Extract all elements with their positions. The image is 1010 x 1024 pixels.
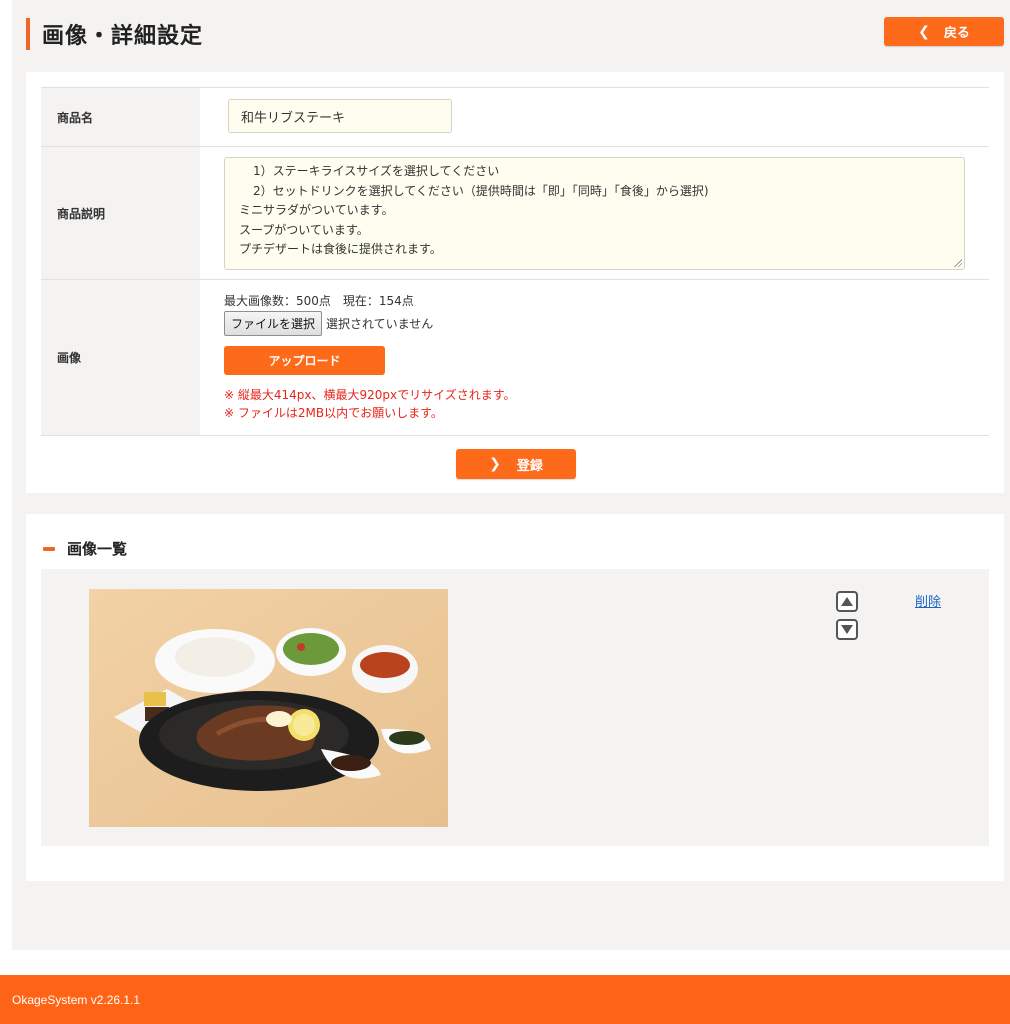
steak-set-photo — [89, 589, 448, 827]
heading-dash-icon — [43, 546, 55, 551]
image-list-item: 削除 — [41, 569, 989, 846]
form-row-name: 商品名 和牛リブステーキ — [41, 88, 989, 147]
resize-handle-icon[interactable] — [954, 259, 962, 267]
product-form-panel: 商品名 和牛リブステーキ 商品説明 1）ステーキライスサイズを選択してください … — [26, 72, 1004, 493]
chevron-left-icon: ❮ — [918, 23, 930, 40]
file-picker: ファイルを選択 選択されていません — [224, 311, 433, 336]
move-up-icon[interactable] — [836, 591, 858, 612]
version-text: OkageSystem v2.26.1.1 — [12, 992, 141, 1007]
page-title: 画像・詳細設定 — [42, 24, 204, 49]
description-label: 商品説明 — [41, 147, 200, 279]
form-row-description: 商品説明 1）ステーキライスサイズを選択してください 2）セットドリンクを選択し… — [41, 147, 989, 280]
image-list-panel: 画像一覧 削除 — [26, 514, 1004, 881]
register-button[interactable]: ❯ 登録 — [456, 449, 576, 479]
product-description-textarea[interactable]: 1）ステーキライスサイズを選択してください 2）セットドリンクを選択してください… — [224, 157, 965, 270]
description-line: スープがついています。 — [239, 222, 369, 237]
back-button[interactable]: ❮ 戻る — [884, 17, 1004, 46]
product-name-input[interactable]: 和牛リブステーキ — [228, 99, 452, 133]
back-button-label: 戻る — [943, 26, 970, 41]
form-table: 商品名 和牛リブステーキ 商品説明 1）ステーキライスサイズを選択してください … — [41, 87, 989, 436]
filesize-note: ※ ファイルは2MB以内でお願いします。 — [224, 406, 443, 420]
image-list-heading: 画像一覧 — [43, 538, 127, 559]
resize-note: ※ 縦最大414px、横最大920pxでリサイズされます。 — [224, 388, 516, 402]
choose-file-button[interactable]: ファイルを選択 — [224, 311, 323, 336]
upload-button[interactable]: アップロード — [224, 346, 385, 375]
delete-image-link[interactable]: 削除 — [915, 591, 941, 610]
move-down-icon[interactable] — [836, 619, 858, 640]
image-list-title: 画像一覧 — [67, 540, 128, 558]
product-name-value: 和牛リブステーキ — [241, 110, 346, 126]
form-row-image: 画像 最大画像数：500点 現在：154点 ファイルを選択 選択されていません … — [41, 280, 989, 436]
description-line: 2）セットドリンクを選択してください（提供時間は「即」「同時」「食後」から選択) — [253, 183, 709, 198]
register-button-label: 登録 — [516, 458, 543, 474]
description-line: プチデザートは食後に提供されます。 — [239, 242, 442, 256]
upload-notes: ※ 縦最大414px、横最大920pxでリサイズされます。 ※ ファイルは2MB… — [224, 386, 516, 422]
description-line: 1）ステーキライスサイズを選択してください — [253, 164, 500, 178]
name-label: 商品名 — [41, 88, 200, 146]
chevron-right-icon: ❯ — [489, 456, 501, 472]
footer: OkageSystem v2.26.1.1 — [0, 975, 1010, 1024]
image-count-info: 最大画像数：500点 現在：154点 — [224, 294, 414, 308]
description-line: ミニサラダがついています。 — [239, 203, 394, 217]
page-title-block: 画像・詳細設定 — [26, 18, 203, 50]
image-label: 画像 — [41, 280, 200, 435]
file-status-text: 選択されていません — [326, 317, 434, 331]
